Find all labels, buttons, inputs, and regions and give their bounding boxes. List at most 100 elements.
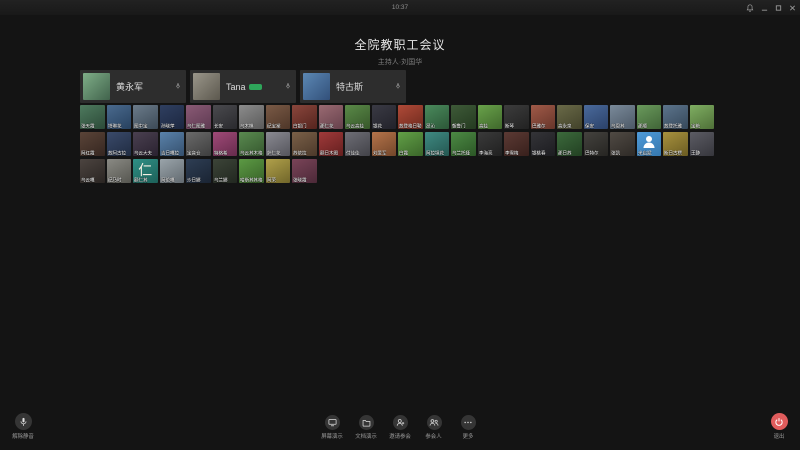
participant-tile[interactable]: 高娃: [478, 105, 503, 129]
participant-row: 张天霞塔琳花图中宝孙晓萍乌仁图雅长安乌木棋纪宝棠白银门 那仁花乌云高娃银花敖登格日…: [80, 105, 714, 129]
toolbar-button[interactable]: 邀请参会: [383, 415, 417, 445]
participant-grid: 张天霞塔琳花图中宝孙晓萍乌仁图雅长安乌木棋纪宝棠白银门 那仁花乌云高娃银花敖登格日…: [80, 105, 714, 183]
participant-tile[interactable]: 乌仁图雅: [186, 105, 211, 129]
participant-tile[interactable]: 付佳佳: [345, 132, 370, 156]
toolbar-button[interactable]: 文档演示: [349, 415, 383, 445]
participant-tile[interactable]: 张天霞: [80, 105, 105, 129]
participant-tile[interactable]: 斯琴: [504, 105, 529, 129]
participant-tile[interactable]: 银桃春: [531, 132, 556, 156]
featured-speaker-tile[interactable]: Tana: [190, 70, 296, 103]
participant-tile[interactable]: 昂沁: [425, 105, 450, 129]
participant-tile[interactable]: 李雪梅: [504, 132, 529, 156]
toolbar-button-label: 更多: [463, 432, 474, 440]
participant-tile[interactable]: 宝音仓: [186, 132, 211, 156]
participant-tile[interactable]: 巴特尔: [584, 132, 609, 156]
participant-tile[interactable]: 那日苏: [557, 132, 582, 156]
participant-tile[interactable]: 萨仁花: [266, 132, 291, 156]
participant-tile[interactable]: 宝艳: [690, 105, 715, 129]
participant-tile[interactable]: 特格希: [213, 132, 238, 156]
participant-tile[interactable]: 乌云高娃: [345, 105, 370, 129]
participant-name: 吉日嘎拉: [161, 150, 179, 157]
participant-tile[interactable]: 刘爱军: [372, 132, 397, 156]
participant-tile[interactable]: 那顺: [637, 105, 662, 129]
power-icon: [771, 413, 788, 430]
participant-tile[interactable]: 沙日娜: [186, 159, 211, 183]
participant-name: 白银门: [293, 123, 307, 130]
meeting-title: 全院教职工会议: [0, 36, 800, 53]
participant-tile[interactable]: 纪宝棠: [266, 105, 291, 129]
more-button[interactable]: 更多: [451, 415, 485, 445]
participant-name: 纪乃时: [108, 177, 122, 184]
participant-tile[interactable]: 敖阿古拉: [107, 132, 132, 156]
participant-tile[interactable]: 孙晓萍: [160, 105, 185, 129]
meeting-host: 主持人·刘国华: [88, 56, 712, 66]
participant-tile[interactable]: 阿拉坦花: [425, 132, 450, 156]
participant-tile[interactable]: 敖登托雅: [663, 105, 688, 129]
participant-name: 巴雅尔: [532, 123, 546, 130]
unmute-button[interactable]: 解除静音: [6, 413, 40, 445]
participant-tile[interactable]: 白霞: [398, 132, 423, 156]
participant-tile[interactable]: 乌云大夫: [133, 132, 158, 156]
participant-name: 王静: [691, 150, 700, 157]
featured-speaker-tile[interactable]: 黄永军: [80, 70, 186, 103]
participant-tile[interactable]: 米启斌: [637, 132, 662, 156]
featured-speaker-tile[interactable]: 特古斯: [300, 70, 406, 103]
speaker-name: Tana: [226, 82, 246, 92]
participant-tile[interactable]: 白银门: [292, 105, 317, 129]
participant-tile[interactable]: 高永泉: [557, 105, 582, 129]
participant-tile[interactable]: 乌云嘎: [80, 159, 105, 183]
participant-name: 斯琴: [505, 123, 514, 130]
unmute-label: 解除静音: [12, 432, 34, 440]
participant-name: 刘爱军: [373, 150, 387, 157]
participant-tile[interactable]: 图中宝: [133, 105, 158, 129]
participant-tile[interactable]: 那仁花: [319, 105, 344, 129]
participant-name: 乌恩其: [611, 123, 625, 130]
participant-tile[interactable]: 张晓霞: [292, 159, 317, 183]
participant-tile[interactable]: 巴雅尔: [531, 105, 556, 129]
toolbar-button[interactable]: 参会人: [417, 415, 451, 445]
participant-tile[interactable]: 敖登格日勒: [398, 105, 423, 129]
participant-tile[interactable]: 乌兰托娅: [451, 132, 476, 156]
leave-meeting-button[interactable]: 退出: [762, 413, 796, 445]
participant-tile[interactable]: 乌木棋: [239, 105, 264, 129]
participant-tile[interactable]: 苏依拉: [292, 132, 317, 156]
participant-tile[interactable]: 塔琳花: [107, 105, 132, 129]
participant-name: 萨仁花: [267, 150, 281, 157]
maximize-icon[interactable]: [775, 4, 782, 12]
participant-name: 高娃: [479, 123, 488, 130]
mic-muted-icon: [175, 77, 181, 95]
participant-tile[interactable]: 长安: [213, 105, 238, 129]
participant-name: 高永泉: [558, 123, 572, 130]
participant-tile[interactable]: 吉日嘎拉: [160, 132, 185, 156]
participant-tile[interactable]: 乌云其木格: [239, 132, 264, 156]
participant-name: 银桃春: [532, 150, 546, 157]
participant-name: 阿拉坦花: [426, 150, 444, 157]
notification-icon[interactable]: [746, 4, 754, 12]
participant-tile[interactable]: 阿荣: [266, 159, 291, 183]
participant-tile[interactable]: 乌兰娜: [213, 159, 238, 183]
toolbar-button[interactable]: 屏幕演示: [315, 415, 349, 445]
minimize-icon[interactable]: [761, 4, 768, 12]
participant-tile[interactable]: 阿红霞: [80, 132, 105, 156]
participant-tile[interactable]: 朝鲁门: [451, 105, 476, 129]
participant-tile[interactable]: 额日木图: [319, 132, 344, 156]
participant-tile[interactable]: 李海亮: [478, 132, 503, 156]
participant-tile[interactable]: 王静: [690, 132, 715, 156]
participant-tile[interactable]: 纪乃时: [107, 159, 132, 183]
participant-tile[interactable]: 乌恩其: [610, 105, 635, 129]
status-badge: [249, 84, 262, 90]
participant-tile[interactable]: 斯日古楞: [663, 132, 688, 156]
toolbar-button-label: 参会人: [426, 432, 442, 440]
participant-name: 乌云大夫: [134, 150, 152, 157]
participant-tile[interactable]: 仁额仁其: [133, 159, 158, 183]
participant-name: 阿伦嘎: [161, 177, 175, 184]
participant-tile[interactable]: 张凯: [610, 132, 635, 156]
participant-tile[interactable]: 银花: [372, 105, 397, 129]
close-icon[interactable]: [789, 4, 796, 12]
toolbar-button-label: 文档演示: [355, 432, 377, 440]
participant-tile[interactable]: 阿伦嘎: [160, 159, 185, 183]
participant-name: 哈斯其其格: [240, 177, 263, 184]
participant-tile[interactable]: 哈斯其其格: [239, 159, 264, 183]
participant-tile[interactable]: 保安: [584, 105, 609, 129]
avatar: [193, 73, 220, 100]
